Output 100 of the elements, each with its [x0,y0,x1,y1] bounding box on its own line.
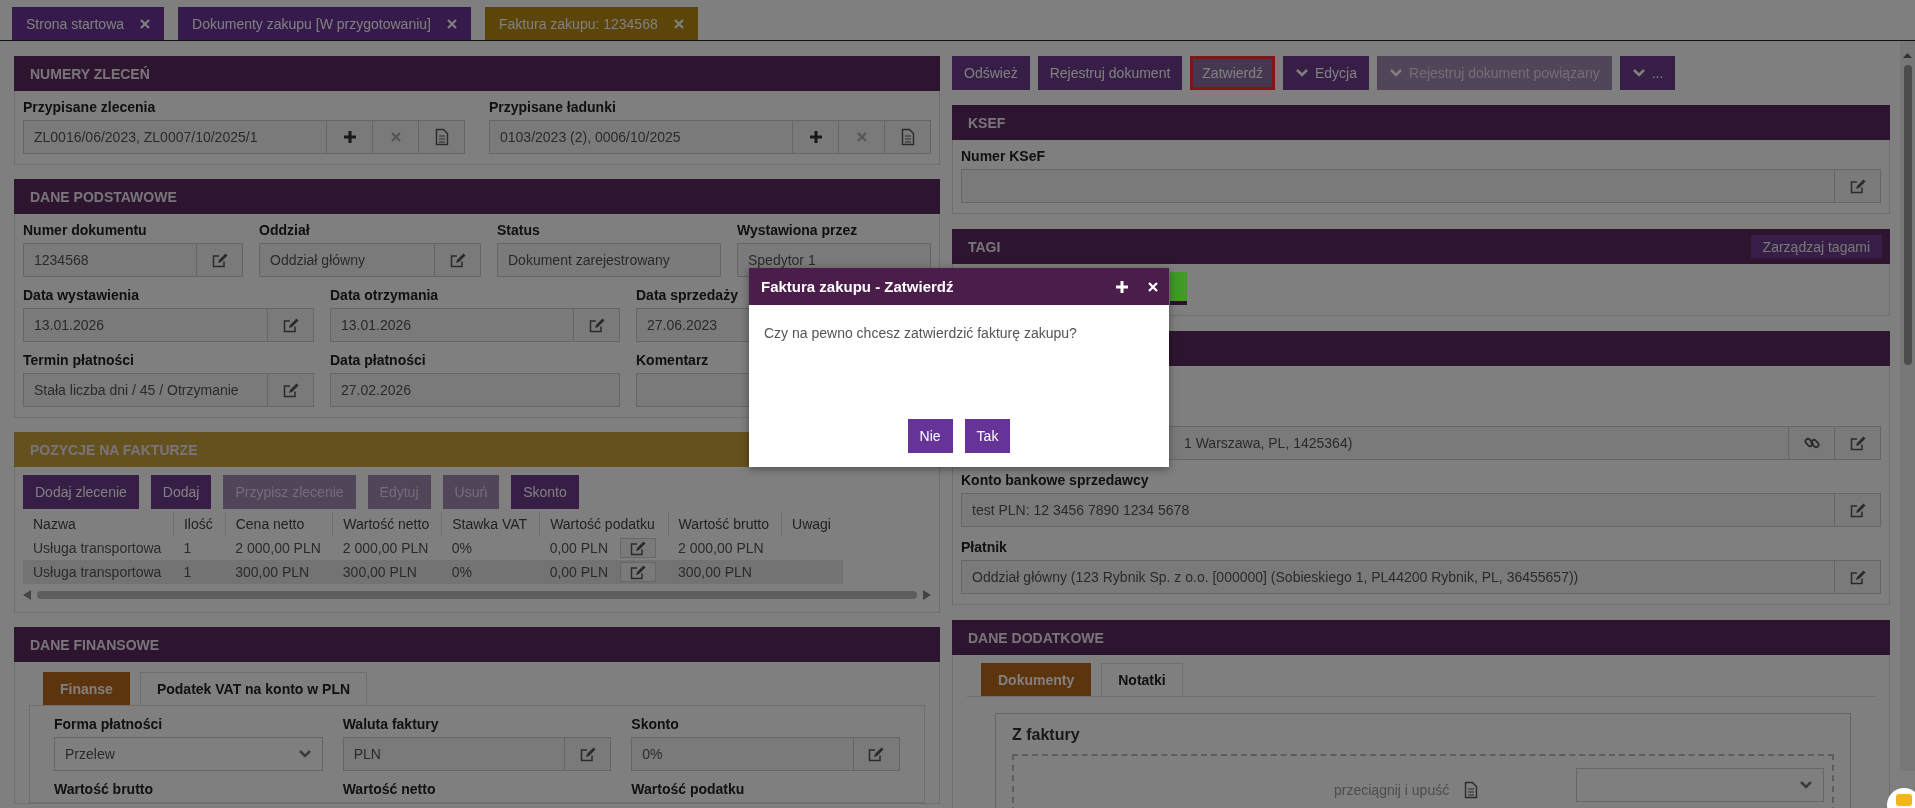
edit-button[interactable] [435,243,481,277]
table-cell: 1 [173,560,226,584]
edit-button[interactable] [268,308,314,342]
chevron-down-icon [1799,780,1813,790]
edit-button[interactable] [268,373,314,407]
edit-button[interactable] [854,737,900,771]
edit-button[interactable] [1835,493,1881,527]
plus-icon [808,130,823,144]
arrow-left-icon[interactable] [23,590,31,600]
cell-value: 0,00 PLN [549,564,608,580]
dialog-button[interactable]: Nie [907,419,953,453]
document-tab[interactable]: Dokumenty zakupu [W przygotowaniu] [178,7,471,40]
dropdown-button[interactable]: ... [1619,56,1676,90]
dialog-title: Faktura zakupu - Zatwierdź [761,278,955,295]
toolbar-button[interactable]: Rejestruj dokument [1037,56,1183,90]
tab[interactable]: Notatki [1101,663,1183,696]
column-header: Cena netto [225,512,333,536]
edit-icon [588,317,605,333]
input-field[interactable]: 0103/2023 (2), 0006/10/2025 [489,120,793,154]
toolbar-button[interactable]: Skonto [511,475,579,509]
dialog-button[interactable]: Tak [964,419,1011,453]
field-label: Komentarz [636,352,709,368]
field-label: Numer dokumentu [23,222,147,238]
input-field[interactable]: PLN [342,737,566,771]
edit-button[interactable] [197,243,243,277]
select-field[interactable]: Przelew [54,737,323,771]
tab[interactable]: Finanse [43,672,130,705]
document-icon [434,128,449,146]
close-button[interactable] [1147,280,1159,293]
field-label: Forma płatności [54,716,163,732]
input-field[interactable]: test PLN: 12 3456 7890 1234 5678 [961,493,1835,527]
column-header: Wartość podatku [539,512,668,536]
toolbar-button[interactable]: Zatwierdź [1190,56,1275,90]
input-field[interactable]: 13.01.2026 [330,308,574,342]
field-label: Data płatności [330,352,426,368]
edit-button[interactable] [620,562,656,582]
close-icon [389,131,402,143]
edit-button[interactable] [1835,426,1881,460]
input-field[interactable]: Stała liczba dni / 45 / Otrzymanie [23,373,268,407]
maximize-button[interactable] [1115,279,1129,294]
table-cell: 2 000,00 PLN [225,536,333,560]
select-field[interactable] [1576,768,1824,802]
input-field[interactable]: Dokument zarejestrowany [497,243,721,277]
chevron-down-icon [1389,68,1404,78]
section-title: NUMERY ZLECEŃ [30,65,150,82]
section-title: KSEF [968,114,1006,131]
chevron-down-icon [297,749,312,759]
edit-icon [1849,178,1866,194]
table-cell: 300,00 PLN [668,560,782,584]
field-label: Wystawiona przez [737,222,858,238]
input-field[interactable]: 27.02.2026 [330,373,620,407]
table-cell: 2 000,00 PLN [332,536,442,560]
link-icon [1803,435,1820,451]
field-label: Wartość brutto [54,781,154,797]
input-field[interactable] [961,169,1835,203]
field-label: Data sprzedaży [636,287,738,303]
dropdown-button[interactable]: Edycja [1283,56,1370,90]
document-tab[interactable]: Strona startowa [12,7,165,40]
edit-icon [282,317,299,333]
toolbar-button[interactable]: Dodaj zlecenie [23,475,139,509]
chevron-down-icon [1631,68,1646,78]
tag-chip[interactable] [1170,272,1187,305]
input-field[interactable]: 1234568 [23,243,197,277]
field-label: Przypisane ładunki [489,99,616,115]
edit-button[interactable] [620,538,656,558]
link-button[interactable] [1789,426,1835,460]
tab[interactable]: Podatek VAT na konto w PLN [139,672,368,705]
edit-button[interactable] [574,308,620,342]
close-icon [672,17,685,30]
vertical-scrollbar[interactable] [1900,41,1915,771]
add-button[interactable] [327,120,373,154]
toolbar-button[interactable]: Dodaj [150,475,212,509]
toolbar-button[interactable]: Odśwież [952,56,1030,90]
document-button[interactable] [419,120,465,154]
tab[interactable]: Dokumenty [981,663,1092,696]
field-label: Skonto [631,716,679,732]
tab-label: Strona startowa [26,15,125,32]
add-button[interactable] [793,120,839,154]
input-field[interactable]: Oddział główny [259,243,435,277]
edit-button[interactable] [1835,560,1881,594]
manage-tags-button[interactable]: Zarządzaj tagami [1750,235,1882,258]
document-button[interactable] [885,120,931,154]
edit-button[interactable] [1835,169,1881,203]
scrollbar-thumb[interactable] [1903,65,1912,365]
edit-button[interactable] [565,737,612,771]
field-label: Termin płatności [23,352,134,368]
arrow-right-icon[interactable] [923,590,931,600]
edit-icon [449,252,466,268]
input-field[interactable]: 0% [631,737,854,771]
document-icon [1464,781,1478,799]
cell-value: 0,00 PLN [549,540,608,556]
edit-icon [211,252,228,268]
input-field[interactable]: Oddział główny (123 Rybnik Sp. z o.o. [000000] (Sobieskiego 1, PL44200 Rybnik, PL, 36455657)) [961,560,1835,594]
input-field[interactable]: 13.01.2026 [23,308,268,342]
tab-label: Dokumenty zakupu [W przygotowaniu] [192,15,431,32]
horizontal-scrollbar[interactable] [23,588,931,602]
document-tab[interactable]: Faktura zakupu: 1234568 [484,7,698,40]
input-field[interactable]: ZL0016/06/2023, ZL0007/10/2025/1 [23,120,327,154]
edit-icon [282,382,299,398]
table-cell: Usługa transportowa [23,560,174,584]
